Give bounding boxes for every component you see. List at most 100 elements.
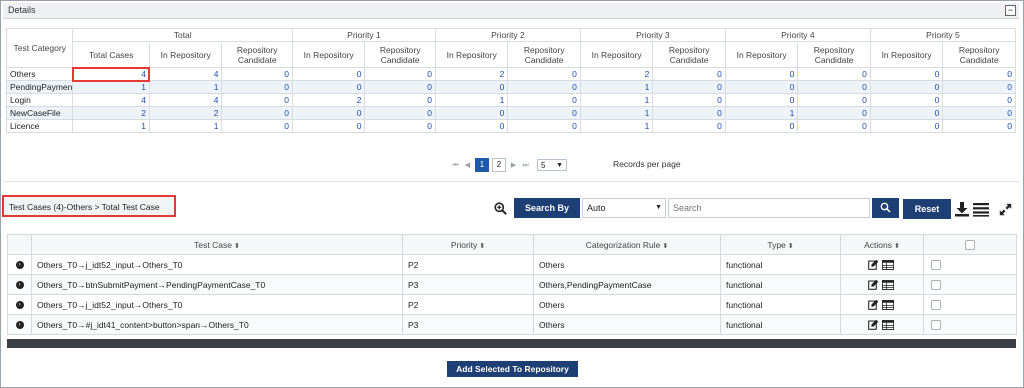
count-link[interactable]: 0 [869,80,944,94]
row-checkbox[interactable] [931,299,941,310]
row-checkbox[interactable] [931,259,941,270]
row-checkbox[interactable] [931,319,941,330]
count-link[interactable]: 1 [72,80,150,94]
count-link[interactable]: 4 [148,67,223,81]
count-link[interactable]: 0 [364,119,436,133]
count-link[interactable]: 0 [221,119,293,133]
add-selected-to-repository-button[interactable]: Add Selected To Repository [447,361,578,377]
count-link[interactable]: 1 [579,93,654,107]
count-link[interactable]: 0 [724,80,799,94]
expand-cell[interactable]: › [7,254,32,275]
next-page-icon[interactable]: ▶ [509,161,518,170]
prev-page-icon[interactable]: ◀ [463,161,472,170]
count-link[interactable]: 0 [942,80,1016,94]
edit-icon[interactable] [867,259,879,270]
count-link[interactable]: 0 [291,119,366,133]
expand-row-icon[interactable]: › [15,300,24,309]
count-link[interactable]: 2 [148,106,223,120]
count-link[interactable]: 0 [869,67,944,81]
count-link[interactable]: 0 [652,80,726,94]
count-link[interactable]: 0 [797,93,871,107]
row-checkbox[interactable] [931,279,941,290]
count-link[interactable]: 1 [724,106,799,120]
count-link[interactable]: 0 [724,93,799,107]
search-by-button[interactable]: Search By [514,198,580,218]
count-link[interactable]: 0 [221,80,293,94]
count-link[interactable]: 0 [652,119,726,133]
count-link[interactable]: 2 [291,93,366,107]
download-icon[interactable] [954,201,970,217]
details-table-icon[interactable] [881,299,894,310]
expand-cell[interactable]: › [7,314,32,335]
count-link[interactable]: 0 [221,93,293,107]
count-link[interactable]: 2 [434,67,509,81]
details-table-icon[interactable] [881,259,894,270]
expand-cell[interactable]: › [7,274,32,295]
edit-icon[interactable] [867,299,879,310]
count-link[interactable]: 0 [652,106,726,120]
count-link[interactable]: 0 [291,80,366,94]
count-link[interactable]: 0 [942,119,1016,133]
count-link[interactable]: 0 [507,67,581,81]
count-link[interactable]: 0 [434,119,509,133]
count-link[interactable]: 0 [507,93,581,107]
expand-row-icon[interactable]: › [15,280,24,289]
search-input[interactable] [668,198,870,218]
expand-icon[interactable] [999,203,1012,216]
count-link[interactable]: 0 [291,67,366,81]
details-table-icon[interactable] [881,319,894,330]
count-link[interactable]: 0 [942,93,1016,107]
count-link[interactable]: 0 [434,80,509,94]
count-link[interactable]: 2 [579,67,654,81]
column-header-actions[interactable]: Actions ⬍ [840,234,924,255]
count-link[interactable]: 0 [869,93,944,107]
column-header-test-case[interactable]: Test Case ⬍ [31,234,403,255]
count-link[interactable]: 0 [364,80,436,94]
count-link[interactable]: 0 [869,106,944,120]
columns-icon[interactable] [973,201,989,217]
count-link[interactable]: 0 [869,119,944,133]
count-link[interactable]: 0 [291,106,366,120]
expand-cell[interactable]: › [7,294,32,315]
count-link[interactable]: 1 [434,93,509,107]
select-all-checkbox[interactable] [965,239,975,250]
count-link[interactable]: 0 [507,106,581,120]
count-link[interactable]: 0 [507,80,581,94]
count-link[interactable]: 0 [221,106,293,120]
column-header-categorization-rule[interactable]: Categorization Rule ⬍ [533,234,721,255]
count-link[interactable]: 1 [72,119,150,133]
count-link[interactable]: 0 [364,93,436,107]
per-page-select[interactable]: 5 ▼ [537,159,567,171]
count-link[interactable]: 0 [652,67,726,81]
count-link[interactable]: 4 [148,93,223,107]
count-link[interactable]: 1 [579,119,654,133]
reset-button[interactable]: Reset [903,199,951,219]
first-page-icon[interactable]: ⏮ [451,161,460,170]
column-header-priority[interactable]: Priority ⬍ [402,234,534,255]
details-table-icon[interactable] [881,279,894,290]
count-link[interactable]: 0 [797,106,871,120]
count-link[interactable]: 0 [652,93,726,107]
count-link[interactable]: 0 [221,67,293,81]
count-link[interactable]: 1 [579,106,654,120]
count-link[interactable]: 4 [72,93,150,107]
count-link[interactable]: 1 [148,80,223,94]
count-link[interactable]: 1 [148,119,223,133]
count-link[interactable]: 0 [724,119,799,133]
count-link[interactable]: 0 [507,119,581,133]
count-link[interactable]: 2 [72,106,150,120]
count-link[interactable]: 0 [797,67,871,81]
edit-icon[interactable] [867,279,879,290]
expand-row-icon[interactable]: › [15,320,24,329]
count-link[interactable]: 0 [364,67,436,81]
zoom-in-icon[interactable] [494,202,507,215]
page-button-2[interactable]: 2 [492,158,506,172]
count-link[interactable]: 0 [797,119,871,133]
count-link[interactable]: 0 [797,80,871,94]
search-button[interactable] [872,198,899,218]
select-all-header[interactable] [923,234,1017,255]
search-by-select[interactable]: Auto ▼ [582,198,666,218]
count-link[interactable]: 4 [71,66,151,82]
page-button-1[interactable]: 1 [475,158,489,172]
expand-row-icon[interactable]: › [15,260,24,269]
